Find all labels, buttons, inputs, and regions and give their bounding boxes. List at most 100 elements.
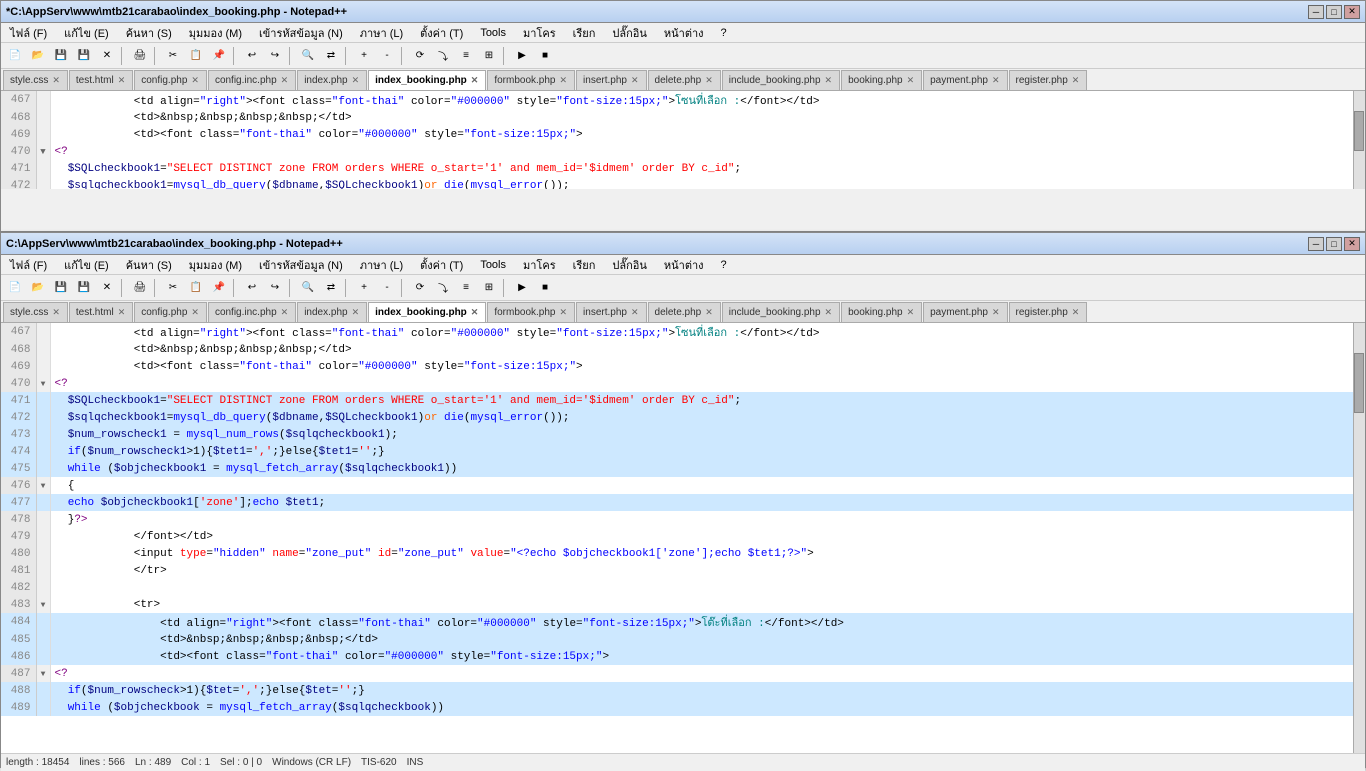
- menu-plugins-1[interactable]: ปลั๊กอิน: [606, 22, 653, 44]
- tb-save-2[interactable]: 💾: [50, 277, 72, 299]
- menu-run-1[interactable]: เรียก: [567, 22, 602, 44]
- menu-help-1[interactable]: ?: [715, 25, 733, 41]
- tab-style-css-1[interactable]: style.css ✕: [3, 70, 68, 90]
- tb-paste-1[interactable]: 📌: [208, 45, 230, 67]
- tab-register-2[interactable]: register.php ✕: [1009, 302, 1088, 322]
- menu-encoding-1[interactable]: เข้ารหัสข้อมูล (N): [253, 22, 349, 44]
- tb-saveall-1[interactable]: 💾: [73, 45, 95, 67]
- menu-window-1[interactable]: หน้าต่าง: [658, 22, 710, 44]
- line-content[interactable]: while ($objcheckbook = mysql_fetch_array…: [50, 699, 1365, 716]
- tb-new-2[interactable]: 📄: [4, 277, 26, 299]
- tb-folding-2[interactable]: ⊞: [478, 277, 500, 299]
- tb-stop-1[interactable]: ■: [534, 45, 556, 67]
- tab-close-10[interactable]: ✕: [824, 75, 834, 86]
- tb-indent-2[interactable]: ≡: [455, 277, 477, 299]
- tb-indent-1[interactable]: ≡: [455, 45, 477, 67]
- menu-macro-2[interactable]: มาโคร: [517, 254, 562, 276]
- menu-help-2[interactable]: ?: [715, 257, 733, 273]
- menu-encoding-2[interactable]: เข้ารหัสข้อมูล (N): [253, 254, 349, 276]
- menu-edit-2[interactable]: แก้ไข (E): [58, 254, 115, 276]
- tab-payment-1[interactable]: payment.php ✕: [923, 70, 1007, 90]
- tab-config-inc-2[interactable]: config.inc.php ✕: [208, 302, 296, 322]
- window-controls-2[interactable]: ─ □ ✕: [1308, 237, 1360, 251]
- line-content[interactable]: <td align="right"><font class="font-thai…: [50, 613, 1365, 631]
- line-content[interactable]: </font></td>: [50, 528, 1365, 545]
- tb-copy-2[interactable]: 📋: [185, 277, 207, 299]
- menu-search-1[interactable]: ค้นหา (S): [120, 22, 178, 44]
- tb-close-1[interactable]: ✕: [96, 45, 118, 67]
- tb-print-1[interactable]: 🖨: [129, 45, 151, 67]
- line-content[interactable]: <td><font class="font-thai" color="#0000…: [50, 648, 1365, 665]
- tab-close-13[interactable]: ✕: [1071, 75, 1081, 86]
- menu-tools-1[interactable]: Tools: [474, 25, 512, 41]
- tb-zoomout-2[interactable]: -: [376, 277, 398, 299]
- tab-test-html-1[interactable]: test.html ✕: [69, 70, 133, 90]
- scrollbar-2[interactable]: [1353, 323, 1365, 753]
- tab-index-booking-1[interactable]: index_booking.php ✕: [368, 70, 486, 90]
- menu-settings-2[interactable]: ตั้งค่า (T): [414, 254, 469, 276]
- tab-close-8[interactable]: ✕: [630, 75, 640, 86]
- tab-close-21[interactable]: ✕: [51, 307, 61, 318]
- tab-booking-1[interactable]: booking.php ✕: [841, 70, 922, 90]
- window-controls-1[interactable]: ─ □ ✕: [1308, 5, 1360, 19]
- line-content[interactable]: <td>&nbsp;&nbsp;&nbsp;&nbsp;</td>: [50, 109, 1365, 126]
- tab-close-24[interactable]: ✕: [280, 307, 290, 318]
- tb-run-2[interactable]: ▶: [511, 277, 533, 299]
- line-content[interactable]: $SQLcheckbook1="SELECT DISTINCT zone FRO…: [50, 160, 1365, 177]
- tb-wrap-2[interactable]: ⤵: [432, 277, 454, 299]
- menu-macro-1[interactable]: มาโคร: [517, 22, 562, 44]
- scrollbar-1[interactable]: [1353, 91, 1365, 189]
- tb-zoomin-2[interactable]: +: [353, 277, 375, 299]
- tab-close-27[interactable]: ✕: [559, 307, 569, 318]
- tb-wrap-1[interactable]: ⤵: [432, 45, 454, 67]
- tb-undo-1[interactable]: ↩: [241, 45, 263, 67]
- scrollbar-thumb-1[interactable]: [1354, 111, 1364, 151]
- tb-new-1[interactable]: 📄: [4, 45, 26, 67]
- tab-test-html-2[interactable]: test.html ✕: [69, 302, 133, 322]
- line-content[interactable]: while ($objcheckbook1 = mysql_fetch_arra…: [50, 460, 1365, 477]
- tb-cut-2[interactable]: ✂: [162, 277, 184, 299]
- line-content[interactable]: $SQLcheckbook1="SELECT DISTINCT zone FRO…: [50, 392, 1365, 409]
- line-content[interactable]: <td>&nbsp;&nbsp;&nbsp;&nbsp;</td>: [50, 631, 1365, 648]
- menu-view-2[interactable]: มุมมอง (M): [183, 254, 248, 276]
- tb-redo-2[interactable]: ↪: [264, 277, 286, 299]
- tab-close-28[interactable]: ✕: [630, 307, 640, 318]
- maximize-button-2[interactable]: □: [1326, 237, 1342, 251]
- tab-insert-2[interactable]: insert.php ✕: [576, 302, 646, 322]
- line-content[interactable]: echo $objcheckbook1['zone'];echo $tet1;: [50, 494, 1365, 511]
- tab-close-23[interactable]: ✕: [190, 307, 200, 318]
- scrollbar-thumb-2[interactable]: [1354, 353, 1364, 413]
- menu-search-2[interactable]: ค้นหา (S): [120, 254, 178, 276]
- tab-style-css-2[interactable]: style.css ✕: [3, 302, 68, 322]
- tab-index-php-2[interactable]: index.php ✕: [297, 302, 367, 322]
- menu-view-1[interactable]: มุมมอง (M): [183, 22, 248, 44]
- tab-close-11[interactable]: ✕: [906, 75, 916, 86]
- tb-folding-1[interactable]: ⊞: [478, 45, 500, 67]
- tab-close-210[interactable]: ✕: [824, 307, 834, 318]
- tab-close-25[interactable]: ✕: [351, 307, 361, 318]
- tb-stop-2[interactable]: ■: [534, 277, 556, 299]
- tb-open-1[interactable]: 📂: [27, 45, 49, 67]
- menu-file-2[interactable]: ไฟล์ (F): [4, 254, 53, 276]
- tb-replace-1[interactable]: ⇄: [320, 45, 342, 67]
- line-content[interactable]: $num_rowscheck1 = mysql_num_rows($sqlqch…: [50, 426, 1365, 443]
- tb-zoomin-1[interactable]: +: [353, 45, 375, 67]
- menu-tools-2[interactable]: Tools: [474, 257, 512, 273]
- tab-config-inc-1[interactable]: config.inc.php ✕: [208, 70, 296, 90]
- tab-close-212[interactable]: ✕: [991, 307, 1001, 318]
- line-content[interactable]: $sqlqcheckbook1=mysql_db_query($dbname,$…: [50, 409, 1365, 426]
- menu-edit-1[interactable]: แก้ไข (E): [58, 22, 115, 44]
- close-button-1[interactable]: ✕: [1344, 5, 1360, 19]
- line-content[interactable]: <td align="right"><font class="font-thai…: [50, 91, 1365, 109]
- tb-zoomout-1[interactable]: -: [376, 45, 398, 67]
- tab-close-9[interactable]: ✕: [704, 75, 714, 86]
- line-content[interactable]: if($num_rowscheck>1){$tet=',';}else{$tet…: [50, 682, 1365, 699]
- tab-close-211[interactable]: ✕: [906, 307, 916, 318]
- tb-replace-2[interactable]: ⇄: [320, 277, 342, 299]
- tab-close-26[interactable]: ✕: [470, 307, 480, 318]
- line-content[interactable]: <td><font class="font-thai" color="#0000…: [50, 358, 1365, 375]
- tab-config-php-1[interactable]: config.php ✕: [134, 70, 207, 90]
- tab-delete-1[interactable]: delete.php ✕: [648, 70, 721, 90]
- menu-settings-1[interactable]: ตั้งค่า (T): [414, 22, 469, 44]
- menu-lang-2[interactable]: ภาษา (L): [354, 254, 409, 276]
